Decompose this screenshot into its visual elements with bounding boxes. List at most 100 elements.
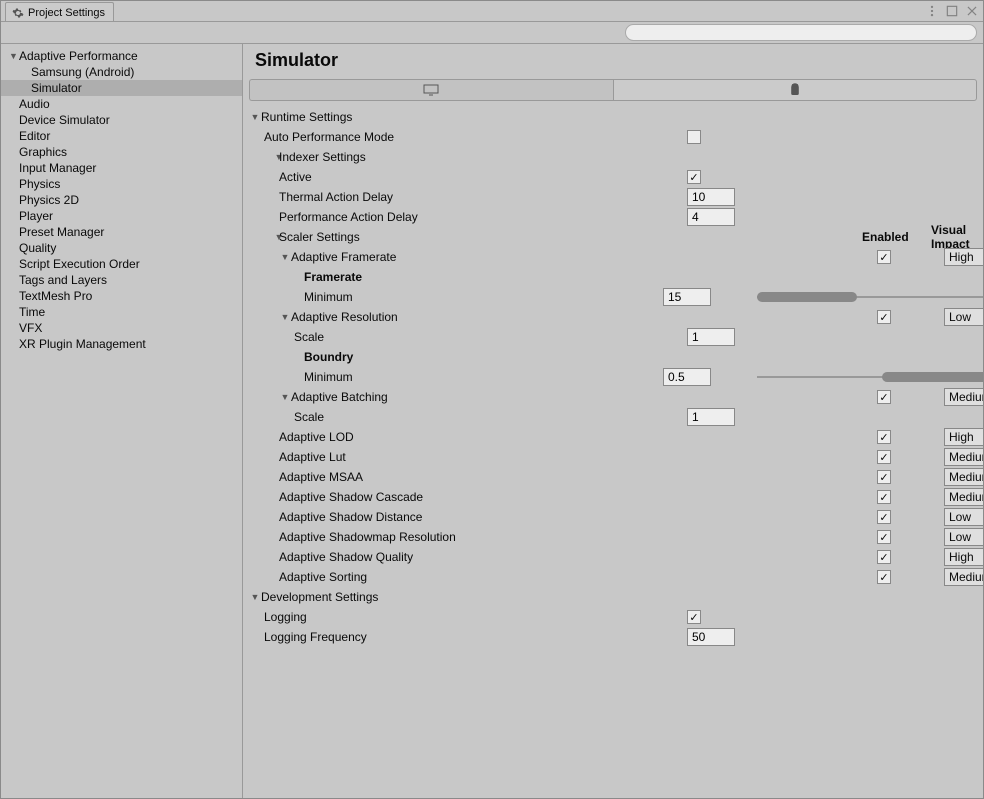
fold-icon: ▼ [279,392,291,402]
tab-android[interactable] [613,79,978,101]
framerate-min-input[interactable] [663,288,711,306]
sidebar-item[interactable]: Preset Manager [1,224,242,240]
logging-frequency-row: Logging Frequency [249,627,977,647]
indexer-settings-header[interactable]: ▼ Indexer Settings [249,147,977,167]
sidebar-item[interactable]: Device Simulator [1,112,242,128]
resolution-scale-row: Scale [249,327,977,347]
close-icon[interactable] [965,4,979,18]
adaptive-resolution-row[interactable]: ▼ Adaptive Resolution ✓ Low▼ GPU | FillR… [249,307,977,327]
resolution-scale-input[interactable] [687,328,735,346]
adaptive-resolution-impact-dropdown[interactable]: Low▼ [944,308,983,326]
scaler-label: Adaptive Shadow Distance [249,510,422,524]
scaler-row: Adaptive Shadow Quality✓High▼CPU | GPU [249,547,977,567]
thermal-action-delay-input[interactable] [687,188,735,206]
sidebar-item[interactable]: TextMesh Pro [1,288,242,304]
sidebar: ▼Adaptive PerformanceSamsung (Android)Si… [1,44,243,798]
logging-frequency-input[interactable] [687,628,735,646]
fold-icon: ▼ [264,232,279,242]
adaptive-framerate-checkbox[interactable]: ✓ [877,250,891,264]
thermal-action-delay-row: Thermal Action Delay [249,187,977,207]
scaler-checkbox[interactable]: ✓ [877,530,891,544]
framerate-slider-row: Minimum Maximum [249,287,977,307]
kebab-menu-icon[interactable] [925,4,939,18]
sidebar-item-label: Graphics [19,145,67,159]
framerate-label: Framerate [249,267,977,287]
batching-scale-input[interactable] [687,408,735,426]
sidebar-item[interactable]: Tags and Layers [1,272,242,288]
scaler-impact-dropdown[interactable]: Low▼ [944,508,983,526]
sidebar-item-label: Simulator [31,81,82,95]
scaler-checkbox[interactable]: ✓ [877,470,891,484]
adaptive-framerate-row[interactable]: ▼ Adaptive Framerate ✓ High▼ CPU | GPU |… [249,247,977,267]
sidebar-item[interactable]: Samsung (Android) [1,64,242,80]
sidebar-item[interactable]: Graphics [1,144,242,160]
fold-icon: ▼ [9,51,19,61]
scaler-label: Adaptive MSAA [249,470,363,484]
scaler-checkbox[interactable]: ✓ [877,430,891,444]
adaptive-batching-row[interactable]: ▼ Adaptive Batching ✓ Medium▼ CPU [249,387,977,407]
scaler-checkbox[interactable]: ✓ [877,490,891,504]
development-settings-header[interactable]: ▼ Development Settings [249,587,977,607]
tab-desktop[interactable] [249,79,613,101]
scaler-impact-dropdown[interactable]: High▼ [944,548,983,566]
sidebar-item[interactable]: VFX [1,320,242,336]
sidebar-item[interactable]: Physics [1,176,242,192]
fold-icon: ▼ [249,112,261,122]
sidebar-item[interactable]: Editor [1,128,242,144]
maximize-icon[interactable] [945,4,959,18]
sidebar-item-label: Physics 2D [19,193,79,207]
scaler-label: Adaptive LOD [249,430,354,444]
runtime-settings-header[interactable]: ▼ Runtime Settings [249,107,977,127]
fold-icon: ▼ [249,592,261,602]
window-title: Project Settings [28,7,105,19]
scaler-checkbox[interactable]: ✓ [877,510,891,524]
scaler-row: Adaptive Lut✓Medium▼CPU | GPU [249,447,977,467]
scaler-impact-dropdown[interactable]: Low▼ [944,528,983,546]
resolution-slider[interactable] [757,376,983,378]
performance-action-delay-input[interactable] [687,208,735,226]
scaler-row: Adaptive MSAA✓Medium▼GPU | FillRate [249,467,977,487]
logging-checkbox[interactable]: ✓ [687,610,701,624]
framerate-slider[interactable] [757,296,983,298]
adaptive-framerate-impact-dropdown[interactable]: High▼ [944,248,983,266]
sidebar-item-label: VFX [19,321,42,335]
sidebar-item[interactable]: Audio [1,96,242,112]
scaler-checkbox[interactable]: ✓ [877,570,891,584]
sidebar-item[interactable]: Player [1,208,242,224]
settings-content: ▼ Runtime Settings Auto Performance Mode… [243,101,983,798]
auto-performance-mode-row: Auto Performance Mode [249,127,977,147]
sidebar-item[interactable]: Input Manager [1,160,242,176]
scaler-impact-dropdown[interactable]: High▼ [944,428,983,446]
scaler-checkbox[interactable]: ✓ [877,450,891,464]
resolution-slider-row: Minimum Maximum [249,367,977,387]
adaptive-resolution-checkbox[interactable]: ✓ [877,310,891,324]
sidebar-item[interactable]: Quality [1,240,242,256]
sidebar-item[interactable]: Time [1,304,242,320]
sidebar-item[interactable]: Simulator [1,80,242,96]
scaler-checkbox[interactable]: ✓ [877,550,891,564]
sidebar-item[interactable]: Script Execution Order [1,256,242,272]
adaptive-batching-checkbox[interactable]: ✓ [877,390,891,404]
scaler-impact-dropdown[interactable]: Medium▼ [944,488,983,506]
active-checkbox[interactable]: ✓ [687,170,701,184]
auto-performance-mode-checkbox[interactable] [687,130,701,144]
sidebar-item[interactable]: ▼Adaptive Performance [1,48,242,64]
sidebar-item-label: XR Plugin Management [19,337,146,351]
scaler-label: Adaptive Shadowmap Resolution [249,530,456,544]
adaptive-batching-impact-dropdown[interactable]: Medium▼ [944,388,983,406]
resolution-min-input[interactable] [663,368,711,386]
sidebar-item-label: Audio [19,97,50,111]
scaler-settings-header[interactable]: ▼ Scaler Settings Enabled Visual Impact … [249,227,977,247]
scaler-row: Adaptive Shadow Distance✓Low▼GPU [249,507,977,527]
scaler-impact-dropdown[interactable]: Medium▼ [944,568,983,586]
window-tab[interactable]: Project Settings [5,2,114,21]
scaler-impact-dropdown[interactable]: Medium▼ [944,448,983,466]
sidebar-item[interactable]: XR Plugin Management [1,336,242,352]
sidebar-item[interactable]: Physics 2D [1,192,242,208]
scaler-row: Adaptive Shadowmap Resolution✓Low▼GPU [249,527,977,547]
search-input[interactable] [625,24,977,41]
sidebar-item-label: Tags and Layers [19,273,107,287]
scaler-impact-dropdown[interactable]: Medium▼ [944,468,983,486]
sidebar-item-label: Input Manager [19,161,96,175]
platform-tabs [249,79,977,101]
